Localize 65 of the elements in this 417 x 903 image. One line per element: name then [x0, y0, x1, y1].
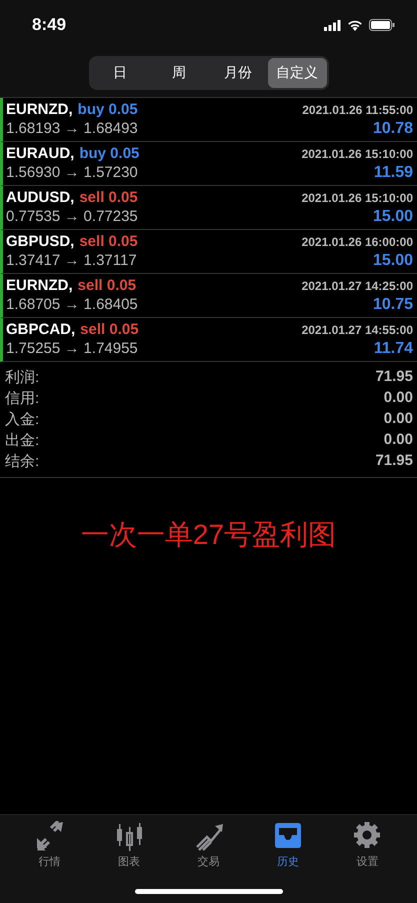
trade-profit: 10.78	[372, 120, 413, 138]
trade-symbol: EURNZD,	[6, 101, 73, 118]
tab-bar-item[interactable]: 历史	[248, 819, 328, 869]
summary-label: 利润:	[5, 368, 40, 387]
trade-profit: 15.00	[372, 252, 413, 270]
annotation-text: 一次一单27号盈利图	[80, 518, 338, 552]
trade-prices: 1.75255 → 1.74955	[6, 340, 139, 358]
settings-icon	[353, 821, 382, 851]
arrows-icon	[36, 821, 64, 851]
trade-order: sell 0.05	[79, 189, 138, 206]
summary-value: 0.00	[382, 410, 413, 429]
trade-symbol: EURNZD,	[6, 277, 73, 294]
trade-symbol: GBPUSD,	[6, 233, 74, 250]
trend-lines-icon	[194, 821, 223, 851]
trade-time: 2021.01.26 16:00:00	[302, 234, 413, 248]
trade-row[interactable]: GBPUSD, sell 0.05 2021.01.26 16:00:00 1.37417 → 1.37117 15.00	[0, 230, 417, 274]
trade-time: 2021.01.27 14:55:00	[302, 322, 413, 336]
trade-prices: 1.37417 → 1.37117	[6, 252, 138, 270]
status-time: 8:49	[32, 15, 66, 35]
trade-order: sell 0.05	[78, 277, 136, 294]
trade-row[interactable]: AUDUSD, sell 0.05 2021.01.26 15:10:00 0.77535 → 0.77235 15.00	[0, 186, 417, 230]
signal-icon	[324, 20, 341, 30]
trade-row[interactable]: EURAUD, buy 0.05 2021.01.26 15:10:00 1.56930 → 1.57230 11.59	[0, 142, 417, 186]
trade-time: 2021.01.26 15:10:00	[302, 146, 413, 160]
summary-value: 0.00	[382, 431, 413, 450]
period-tab[interactable]: 自定义	[268, 58, 326, 88]
trade-prices: 1.56930 → 1.57230	[6, 164, 139, 182]
period-tab[interactable]: 月份	[208, 58, 268, 88]
trade-prices: 1.68705 → 1.68405	[6, 296, 139, 314]
period-tab[interactable]: 周	[150, 58, 208, 88]
tab-bar-item[interactable]: 设置	[328, 819, 408, 869]
period-tab[interactable]: 日	[90, 58, 150, 88]
trade-profit: 11.74	[372, 340, 413, 358]
trade-prices: 0.77535 → 0.77235	[6, 208, 139, 226]
trade-row[interactable]: EURNZD, buy 0.05 2021.01.26 11:55:00 1.68193 → 1.68493 10.78	[0, 98, 417, 142]
summary-value: 71.95	[375, 452, 413, 471]
trade-order: sell 0.05	[79, 233, 138, 250]
tab-bar-item[interactable]: 交易	[168, 819, 248, 869]
summary-value: 0.00	[382, 389, 413, 408]
trade-row[interactable]: GBPCAD, sell 0.05 2021.01.27 14:55:00 1.75255 → 1.74955 11.74	[0, 318, 417, 362]
candlestick-icon	[115, 821, 144, 851]
tab-bar-item[interactable]: 行情	[10, 819, 90, 869]
trade-symbol: GBPCAD,	[6, 321, 76, 338]
trade-prices: 1.68193 → 1.68493	[6, 120, 139, 138]
summary-label: 结余:	[5, 452, 40, 471]
summary-label: 出金:	[5, 431, 40, 450]
trade-symbol: AUDUSD,	[6, 189, 74, 206]
summary-label: 入金:	[5, 410, 40, 429]
trade-profit: 15.00	[372, 208, 413, 226]
wifi-icon	[347, 19, 363, 31]
tab-bar-item[interactable]: 图表	[89, 819, 169, 869]
summary-label: 信用:	[5, 389, 40, 408]
trade-time: 2021.01.26 11:55:00	[302, 102, 413, 116]
summary-value: 71.95	[375, 368, 413, 387]
trade-order: buy 0.05	[78, 101, 138, 118]
trade-order: sell 0.05	[80, 321, 139, 338]
battery-icon	[369, 19, 395, 31]
trade-order: buy 0.05	[79, 145, 140, 162]
trade-time: 2021.01.27 14:25:00	[302, 278, 413, 292]
trade-profit: 10.75	[372, 296, 413, 314]
trade-time: 2021.01.26 15:10:00	[302, 190, 413, 204]
trade-row[interactable]: EURNZD, sell 0.05 2021.01.27 14:25:00 1.68705 → 1.68405 10.75	[0, 274, 417, 318]
trade-profit: 11.59	[372, 164, 413, 182]
trade-symbol: EURAUD,	[6, 145, 74, 162]
inbox-icon	[274, 821, 302, 851]
